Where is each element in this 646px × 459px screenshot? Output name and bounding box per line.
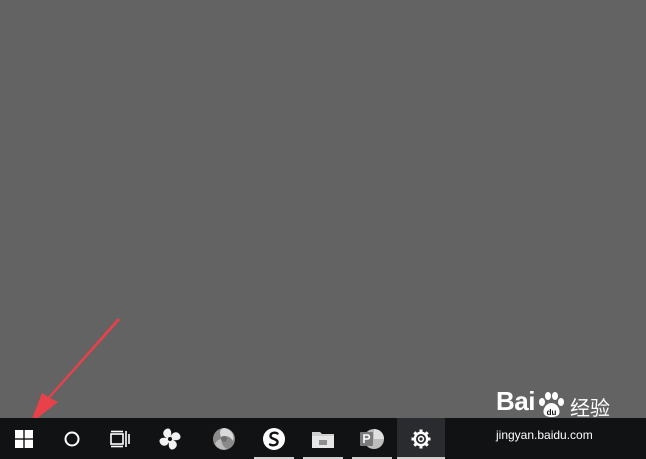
settings-button[interactable] (397, 418, 445, 459)
s-app-icon (263, 427, 285, 450)
baidu-jingyan-watermark: Bai du 经验 jingyan.baidu.com (488, 386, 638, 442)
search-button[interactable] (48, 418, 96, 459)
watermark-brand-text: 经验 (570, 396, 610, 420)
folder-app-icon (312, 431, 334, 448)
app-s-button[interactable] (254, 418, 294, 459)
svg-text:du: du (547, 408, 557, 417)
app-powerpoint-button[interactable] (352, 418, 392, 459)
cortana-circle-icon (64, 431, 80, 446)
desktop (0, 0, 646, 418)
swirl-app-icon (213, 427, 235, 450)
windows-logo-icon (15, 429, 33, 448)
start-button[interactable] (0, 418, 48, 459)
pinwheel-app-icon (159, 427, 181, 450)
powerpoint-icon (360, 428, 384, 449)
watermark-logo-text: Bai (496, 386, 535, 416)
watermark-url: jingyan.baidu.com (496, 428, 593, 442)
task-view-icon (110, 430, 130, 447)
task-view-button[interactable] (96, 418, 144, 459)
app-folder-button[interactable] (303, 418, 343, 459)
baidu-paw-icon: du (539, 392, 564, 417)
gear-icon (411, 429, 431, 448)
app-swirl-button[interactable] (200, 418, 248, 459)
app-pinwheel-button[interactable] (146, 418, 194, 459)
